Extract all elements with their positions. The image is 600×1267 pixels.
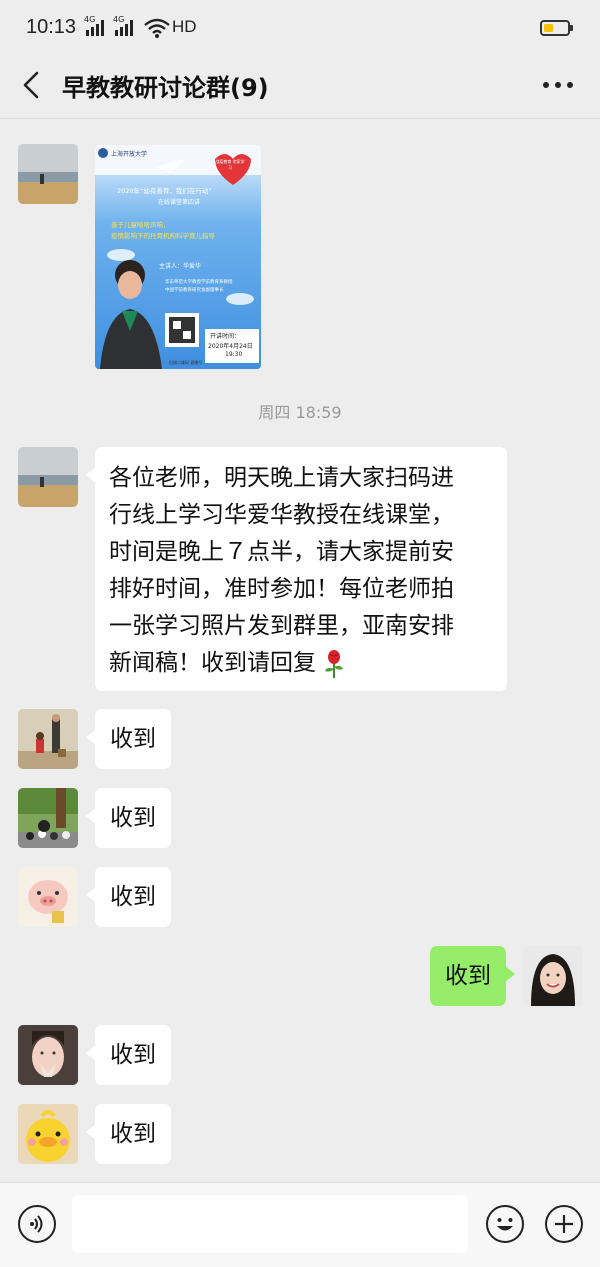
avatar[interactable]: [18, 788, 78, 848]
chat-title: 早教教研讨论群(9): [62, 74, 269, 102]
poster-clock: 19:30: [225, 351, 243, 358]
svg-text:4G: 4G: [84, 15, 95, 24]
avatar[interactable]: [18, 447, 78, 507]
poster-headline: 2020年“幼有善育，我们在行动”: [117, 187, 212, 195]
message-text: 收到: [110, 805, 156, 831]
poster-bio-line1: 华东师范大学教授学前教育系教授: [165, 280, 233, 285]
poster-image[interactable]: 上海开放大学 战疫教育 宅家学习 2020年“幼有善育，我们在行动” 在线课堂第…: [95, 145, 261, 369]
avatar[interactable]: [18, 867, 78, 927]
plus-icon[interactable]: [545, 1205, 583, 1243]
message-line: 各位老师，明天晚上请大家扫码进: [109, 465, 454, 491]
poster-topic-line1: 善于儿童哈哈声响，: [111, 221, 170, 229]
poster-topic-line2: 疫情影响下的托育机构科学育儿指导: [111, 232, 215, 240]
rose-icon: [325, 649, 344, 678]
message-line: 排好时间，准时参加！每位老师拍: [109, 576, 454, 602]
poster-scan-hint: 扫描二维码 直播号: [169, 360, 203, 365]
message-last-line: 新闻稿！收到请回复: [109, 645, 493, 682]
message-text: 收到: [110, 726, 156, 752]
message-line: 新闻稿！收到请回复: [109, 650, 316, 676]
voice-icon[interactable]: [18, 1205, 56, 1243]
avatar[interactable]: [18, 709, 78, 769]
message-line: 行线上学习华爱华教授在线课堂，: [109, 502, 454, 528]
status-time: 10:13: [26, 16, 77, 38]
message-text: 收到: [110, 1042, 156, 1068]
message-bubble[interactable]: 各位老师，明天晚上请大家扫码进 行线上学习华爱华教授在线课堂， 时间是晚上７点半…: [86, 447, 507, 691]
status-bar: 10:13 4G 4G HD: [0, 0, 600, 60]
message-text: 收到: [110, 1121, 156, 1147]
poster-time-label: 开讲时间：: [210, 333, 241, 340]
self-message-bubble[interactable]: 收到: [430, 946, 515, 1006]
network-label: HD: [172, 17, 197, 36]
wifi-icon: [144, 18, 170, 38]
back-arrow-icon[interactable]: [20, 70, 44, 100]
message-text: 收到: [445, 963, 491, 989]
chat-timestamp: 周四 18:59: [258, 403, 342, 422]
poster-speaker: 主讲人：华爱华: [159, 263, 202, 270]
avatar[interactable]: [18, 144, 78, 204]
chat-header: 早教教研讨论群(9): [0, 60, 600, 112]
input-bar: [0, 1182, 600, 1267]
more-icon[interactable]: [540, 76, 576, 94]
message-bubble[interactable]: 收到: [86, 1025, 171, 1085]
header-divider: [0, 118, 600, 119]
message-bubble[interactable]: 收到: [86, 709, 171, 769]
poster-date: 2020年4月24日: [208, 343, 253, 350]
poster-subheadline: 在线课堂第四讲: [157, 199, 200, 206]
message-line: 一张学习照片发到群里，亚南安排: [109, 613, 454, 639]
emoji-icon[interactable]: [486, 1205, 524, 1243]
avatar[interactable]: [18, 1025, 78, 1085]
poster-heart-text: 战疫教育 宅家学习: [215, 159, 245, 170]
message-bubble[interactable]: 收到: [86, 788, 171, 848]
message-bubble[interactable]: 收到: [86, 867, 171, 927]
self-avatar[interactable]: [523, 946, 583, 1006]
message-text: 收到: [110, 884, 156, 910]
signal-icon: 4G: [84, 15, 104, 36]
svg-text:4G: 4G: [113, 15, 124, 24]
message-bubble[interactable]: 收到: [86, 1104, 171, 1164]
poster-bio-line2: 中国学前教育研究会副理事长: [165, 288, 224, 293]
avatar[interactable]: [18, 1104, 78, 1164]
signal-icon: 4G: [113, 15, 133, 36]
battery-icon: [540, 20, 573, 36]
poster-university: 上海开放大学: [111, 151, 148, 158]
message-line: 时间是晚上７点半，请大家提前安: [109, 539, 454, 565]
message-input[interactable]: [72, 1195, 468, 1253]
